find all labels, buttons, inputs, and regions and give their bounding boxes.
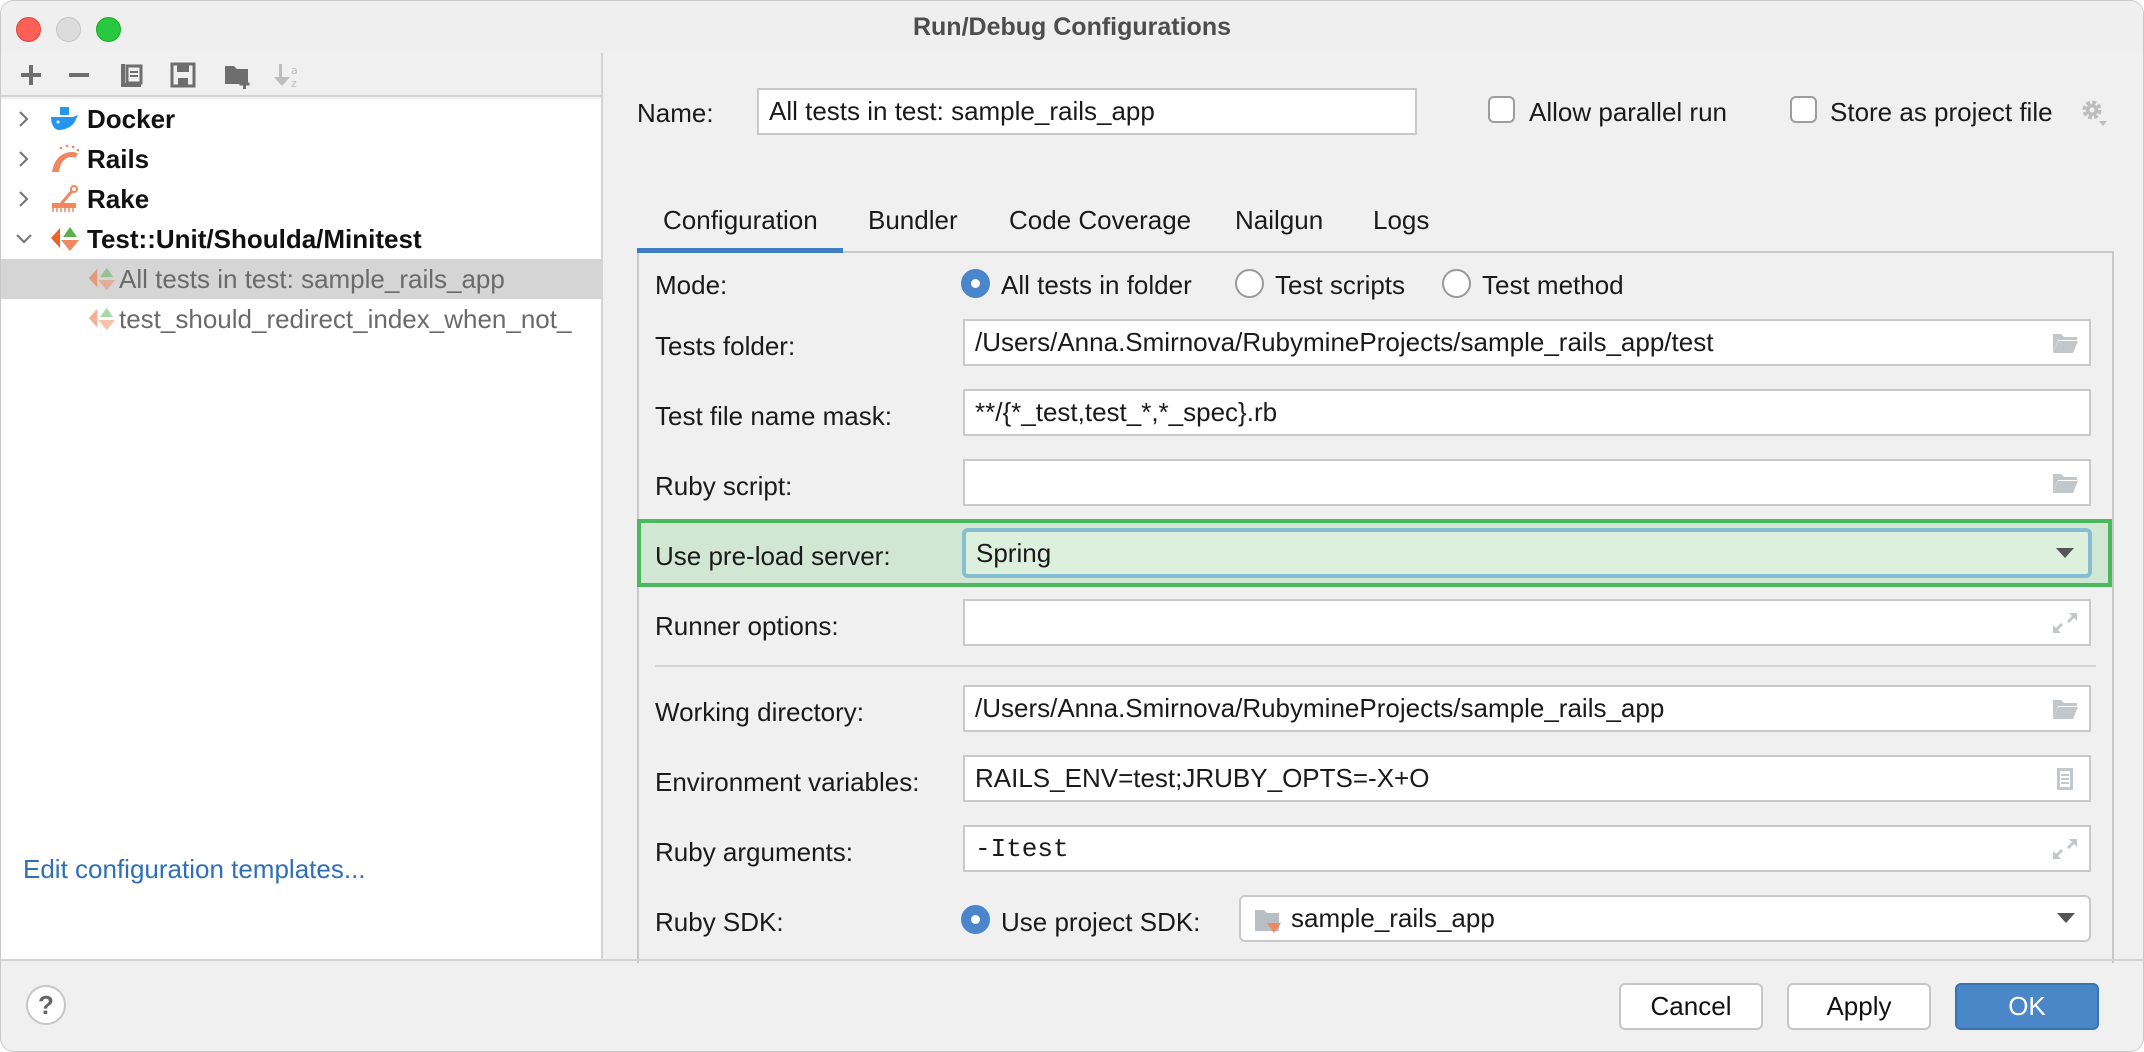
allow-parallel-run-label: Allow parallel run [1529,97,1727,127]
mode-all-tests-label: All tests in folder [1001,270,1192,300]
chevron-down-icon[interactable] [13,228,35,250]
runner-options-label: Runner options: [655,611,839,641]
name-input[interactable]: All tests in test: sample_rails_app [757,88,1417,135]
mode-all-tests-radio[interactable] [961,269,990,298]
tree-item-test-method[interactable]: test_should_redirect_index_when_not_ [1,299,602,339]
sort-alpha-icon[interactable]: az [271,59,303,91]
help-button[interactable]: ? [26,985,66,1025]
chevron-right-icon[interactable] [13,148,35,170]
tests-folder-value: /Users/Anna.Smirnova/RubymineProjects/sa… [975,327,1714,357]
ruby-script-label: Ruby script: [655,471,793,501]
tab-nailgun[interactable]: Nailgun [1235,205,1323,236]
store-as-project-file-label: Store as project file [1830,97,2053,127]
folder-browse-icon[interactable] [2051,697,2079,721]
working-directory-value: /Users/Anna.Smirnova/RubymineProjects/sa… [975,693,1665,723]
ruby-sdk-value: sample_rails_app [1291,903,1495,933]
save-icon[interactable] [167,59,199,91]
chevron-right-icon[interactable] [13,108,35,130]
tree-item-all-tests[interactable]: All tests in test: sample_rails_app [1,259,602,299]
edit-configuration-templates-link[interactable]: Edit configuration templates... [23,854,366,885]
preload-server-select[interactable]: Spring [962,528,2092,578]
svg-text:a: a [291,64,298,77]
add-icon[interactable] [15,59,47,91]
tree-group-rails[interactable]: Rails [1,139,602,179]
config-tabs: Configuration Bundler Code Coverage Nail… [637,197,2114,253]
use-project-sdk-label: Use project SDK: [1001,907,1201,937]
remove-icon[interactable] [63,59,95,91]
ruby-arguments-value: -Itest [975,833,1069,864]
cancel-button[interactable]: Cancel [1619,983,1763,1030]
bottom-divider [1,959,2143,961]
store-as-project-file-checkbox[interactable] [1790,96,1817,123]
mode-test-method-label: Test method [1482,270,1624,300]
tab-configuration[interactable]: Configuration [663,205,818,236]
rake-icon [52,185,78,212]
dropdown-arrow-icon [2057,913,2075,923]
minitest-icon [51,227,79,251]
working-directory-input[interactable]: /Users/Anna.Smirnova/RubymineProjects/sa… [963,685,2091,732]
tab-code-coverage[interactable]: Code Coverage [1009,205,1191,236]
chevron-right-icon[interactable] [13,188,35,210]
mode-test-method-radio[interactable] [1442,269,1471,298]
tree-group-label: Test::Unit/Shoulda/Minitest [87,223,422,254]
docker-icon [51,107,78,130]
rails-icon [52,144,80,172]
gear-icon[interactable] [2079,97,2109,127]
working-directory-label: Working directory: [655,697,865,727]
ruby-sdk-label: Ruby SDK: [655,907,784,937]
sdk-folder-icon [1255,910,1281,933]
tree-group-label: Rake [87,183,150,214]
run-debug-configurations-dialog: Run/Debug Configurations az Docker Rails… [0,0,2144,1052]
tree-group-label: Rails [87,143,150,174]
tests-folder-input[interactable]: /Users/Anna.Smirnova/RubymineProjects/sa… [963,319,2091,366]
ruby-arguments-input[interactable]: -Itest [963,825,2091,872]
minitest-icon [88,307,116,331]
ruby-sdk-select[interactable]: sample_rails_app [1239,895,2091,942]
tests-folder-label: Tests folder: [655,331,796,361]
mode-test-scripts-label: Test scripts [1275,270,1406,300]
tree-item-label: All tests in test: sample_rails_app [119,263,505,294]
expand-icon[interactable] [2051,837,2079,861]
configurations-tree: Docker Rails Rake Test::Unit/Shoulda/Min… [1,99,602,959]
preload-server-value: Spring [976,537,1052,568]
environment-variables-input[interactable]: RAILS_ENV=test;JRUBY_OPTS=-X+O [963,755,2091,802]
copy-icon[interactable] [115,59,147,91]
new-folder-icon[interactable] [221,59,253,91]
minitest-icon [88,267,116,291]
panel-splitter[interactable] [601,53,603,959]
section-divider [655,665,2096,667]
ok-button[interactable]: OK [1955,983,2099,1030]
apply-button[interactable]: Apply [1787,983,1931,1030]
environment-variables-value: RAILS_ENV=test;JRUBY_OPTS=-X+O [975,763,1430,793]
svg-text:z: z [291,77,297,90]
preload-server-label: Use pre-load server: [655,541,891,571]
ruby-arguments-label: Ruby arguments: [655,837,853,867]
allow-parallel-run-checkbox[interactable] [1488,96,1515,123]
mode-label: Mode: [655,270,728,300]
window-title: Run/Debug Configurations [912,13,1232,41]
edit-variables-icon[interactable] [2051,767,2079,791]
use-project-sdk-radio[interactable] [961,905,990,934]
tab-logs[interactable]: Logs [1373,205,1429,236]
tree-group-minitest[interactable]: Test::Unit/Shoulda/Minitest [1,219,602,259]
expand-icon[interactable] [2051,611,2079,635]
file-mask-input[interactable]: **/{*_test,test_*,*_spec}.rb [963,389,2091,436]
sidebar-toolbar: az [1,53,602,97]
tree-item-label: test_should_redirect_index_when_not_ [119,303,572,334]
tab-bundler[interactable]: Bundler [868,205,958,236]
tree-group-docker[interactable]: Docker [1,99,602,139]
dropdown-arrow-icon [2056,548,2074,558]
configurations-sidebar: az Docker Rails Rake Test::Unit/Shoulda/… [1,53,602,959]
ruby-script-input[interactable] [963,459,2091,506]
environment-variables-label: Environment variables: [655,767,920,797]
mode-test-scripts-radio[interactable] [1235,269,1264,298]
name-label: Name: [637,98,714,128]
folder-browse-icon[interactable] [2051,331,2079,355]
file-mask-label: Test file name mask: [655,401,892,431]
tree-group-rake[interactable]: Rake [1,179,602,219]
runner-options-input[interactable] [963,599,2091,646]
folder-browse-icon[interactable] [2051,471,2079,495]
title-bar: Run/Debug Configurations [1,1,2143,53]
tree-group-label: Docker [87,103,176,134]
